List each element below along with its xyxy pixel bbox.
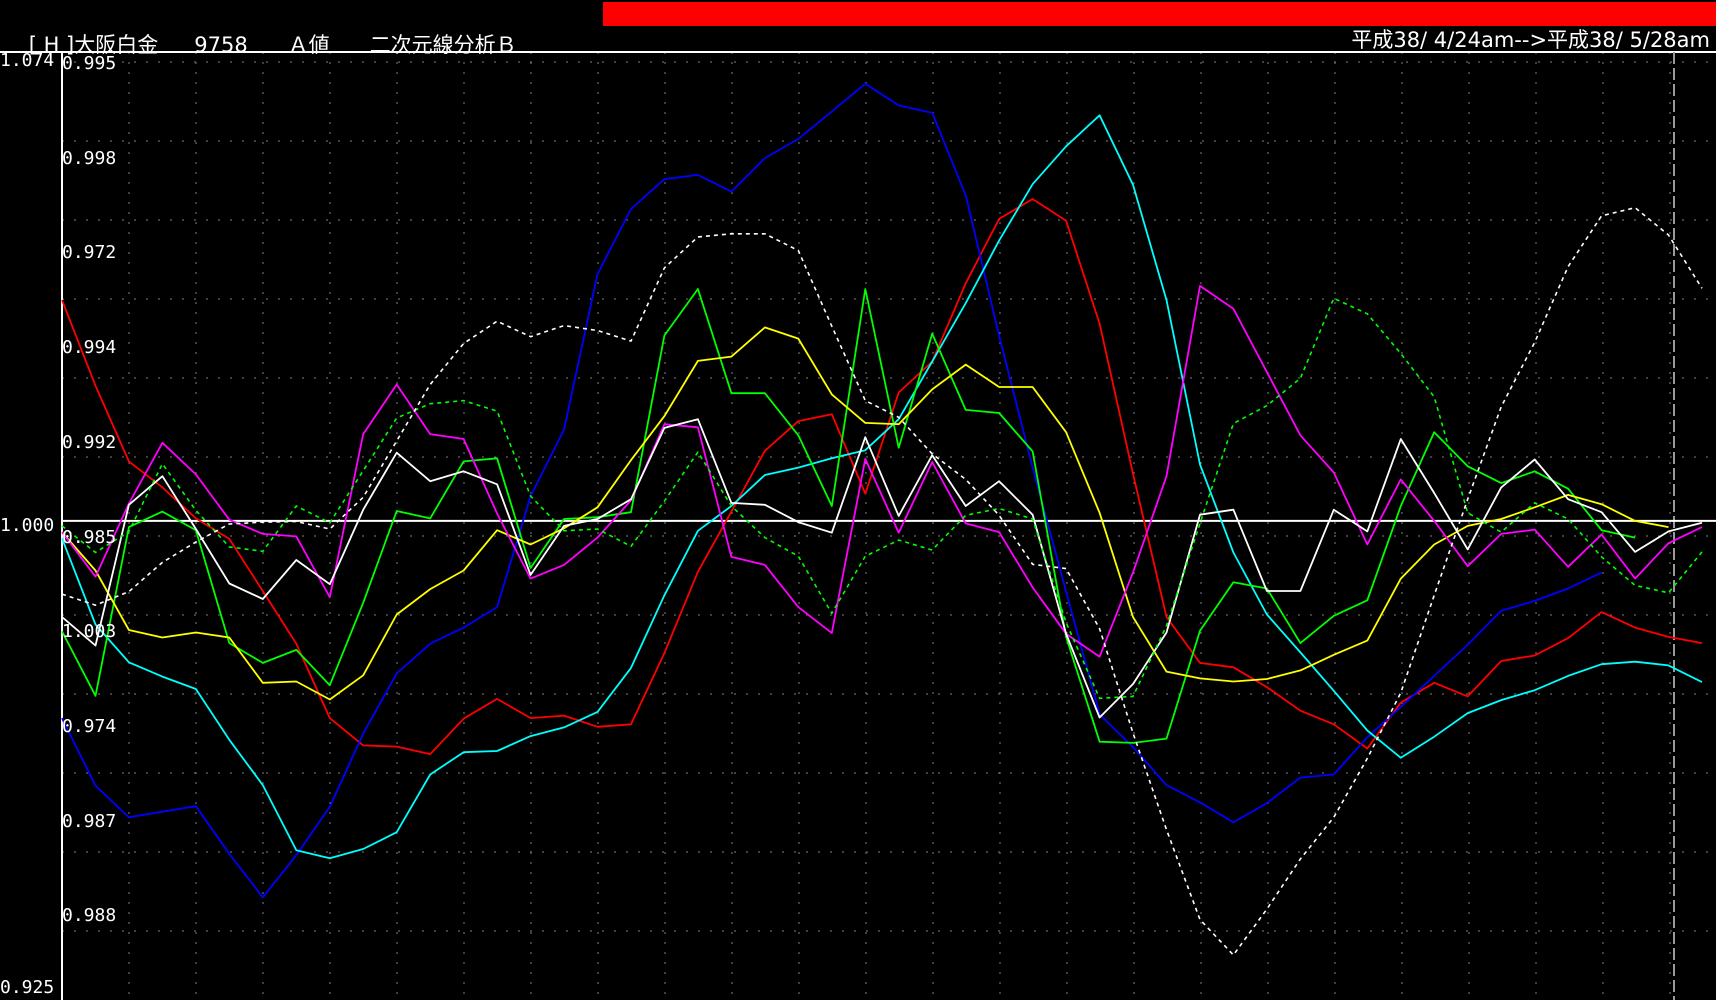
series-line-7 [61,418,1703,719]
series-line-2 [61,82,1602,899]
grid [62,52,1708,1000]
y-axis-label-inner: 0.998 [62,148,116,169]
y-axis-label-left: 1.000 [0,515,54,536]
header-status-bar [603,2,1716,26]
analysis-method: 二次元線分析Ｂ [369,33,517,57]
y-axis-label-inner: 0.992 [62,432,116,453]
value-type: Ａ値 [287,33,330,57]
y-axis-label-inner: 0.985 [62,527,116,548]
series-line-4 [61,288,1636,744]
date-range: 平成38/ 4/24am-->平成38/ 5/28am [1351,28,1710,52]
y-axis-label-inner: 0.994 [62,337,116,358]
title-bracket: [ H ] [28,33,75,57]
y-axis-label-inner: 0.972 [62,242,116,263]
chart-svg: 1.0741.0000.9250.9950.9980.9720.9940.992… [0,50,1716,1000]
instrument-name: 大阪白金 [74,33,159,57]
series-line-9 [61,206,1703,956]
y-axis-label-left: 0.925 [0,977,54,998]
series-line-3 [61,114,1703,860]
chart-window: 1.074 1.000 0.925 0.995 0.998 0.972 0.994 0.992… [0,0,1716,1000]
y-axis-label-inner: 0.987 [62,811,116,832]
series-line-8 [61,297,1703,700]
instrument-code: 9758 [194,33,248,57]
y-axis-label-inner: 0.988 [62,905,116,926]
y-axis-label-inner: 0.974 [62,716,116,737]
title-bar: [ H ]大阪白金 9758 Ａ値 二次元線分析Ｂ [0,0,600,57]
y-axis-label-inner: 1.003 [62,621,116,642]
axis-labels: 1.0741.0000.9250.9950.9980.9720.9940.992… [0,50,116,998]
series-group [61,82,1703,956]
